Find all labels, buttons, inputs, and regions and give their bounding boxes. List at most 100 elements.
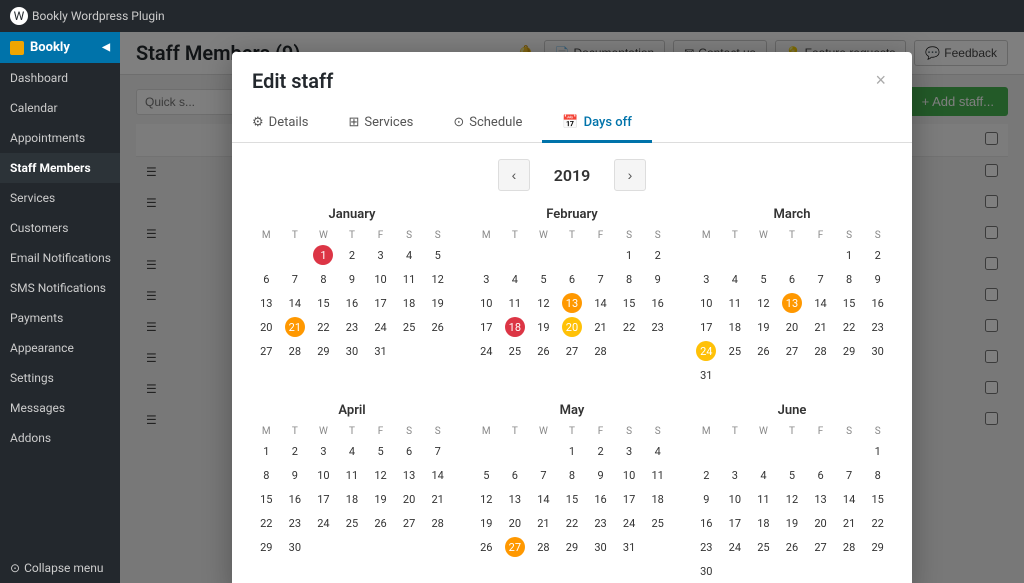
- calendar-day[interactable]: 4: [338, 439, 367, 463]
- calendar-day[interactable]: 1: [863, 439, 892, 463]
- calendar-day[interactable]: 18: [338, 487, 367, 511]
- calendar-day[interactable]: 11: [749, 487, 778, 511]
- calendar-day[interactable]: 19: [749, 315, 778, 339]
- calendar-day[interactable]: 21: [423, 487, 452, 511]
- calendar-day[interactable]: 24: [309, 511, 338, 535]
- calendar-day[interactable]: 24: [721, 535, 750, 559]
- calendar-day[interactable]: 1: [558, 439, 587, 463]
- calendar-day[interactable]: 12: [778, 487, 807, 511]
- calendar-day[interactable]: 3: [472, 267, 501, 291]
- calendar-day[interactable]: 6: [252, 267, 281, 291]
- calendar-day[interactable]: 14: [423, 463, 452, 487]
- calendar-day[interactable]: 9: [586, 463, 615, 487]
- calendar-day[interactable]: 18: [501, 315, 530, 339]
- calendar-day[interactable]: 25: [749, 535, 778, 559]
- calendar-day[interactable]: 28: [835, 535, 864, 559]
- calendar-day[interactable]: 21: [281, 315, 310, 339]
- sidebar-brand[interactable]: Bookly ◀: [0, 32, 120, 63]
- calendar-day[interactable]: 1: [252, 439, 281, 463]
- calendar-day[interactable]: 16: [643, 291, 672, 315]
- calendar-day[interactable]: 12: [472, 487, 501, 511]
- calendar-day[interactable]: 3: [692, 267, 721, 291]
- calendar-day[interactable]: 21: [806, 315, 835, 339]
- calendar-day[interactable]: 24: [615, 511, 644, 535]
- calendar-day[interactable]: 9: [281, 463, 310, 487]
- calendar-day[interactable]: 23: [281, 511, 310, 535]
- calendar-day[interactable]: 10: [721, 487, 750, 511]
- calendar-day[interactable]: 16: [338, 291, 367, 315]
- calendar-day[interactable]: 27: [501, 535, 530, 559]
- calendar-day[interactable]: 17: [721, 511, 750, 535]
- calendar-day[interactable]: 5: [366, 439, 395, 463]
- calendar-day[interactable]: 26: [366, 511, 395, 535]
- calendar-day[interactable]: 28: [423, 511, 452, 535]
- calendar-day[interactable]: 28: [529, 535, 558, 559]
- calendar-day[interactable]: 18: [395, 291, 424, 315]
- calendar-day[interactable]: 20: [252, 315, 281, 339]
- calendar-day[interactable]: 5: [423, 243, 452, 267]
- sidebar-item-email-notifications[interactable]: Email Notifications: [0, 243, 120, 273]
- sidebar-item-appointments[interactable]: Appointments: [0, 123, 120, 153]
- calendar-day[interactable]: 22: [835, 315, 864, 339]
- calendar-day[interactable]: 10: [692, 291, 721, 315]
- calendar-day[interactable]: 23: [863, 315, 892, 339]
- calendar-day[interactable]: 1: [835, 243, 864, 267]
- calendar-day[interactable]: 7: [529, 463, 558, 487]
- calendar-day[interactable]: 29: [309, 339, 338, 363]
- calendar-day[interactable]: 16: [863, 291, 892, 315]
- calendar-day[interactable]: 26: [749, 339, 778, 363]
- calendar-day[interactable]: 29: [835, 339, 864, 363]
- calendar-day[interactable]: 13: [778, 291, 807, 315]
- modal-close-button[interactable]: ×: [869, 68, 892, 93]
- calendar-day[interactable]: 9: [863, 267, 892, 291]
- calendar-day[interactable]: 9: [692, 487, 721, 511]
- sidebar-item-payments[interactable]: Payments: [0, 303, 120, 333]
- calendar-day[interactable]: 28: [586, 339, 615, 363]
- calendar-day[interactable]: 17: [309, 487, 338, 511]
- calendar-day[interactable]: 24: [472, 339, 501, 363]
- calendar-day[interactable]: 22: [558, 511, 587, 535]
- calendar-day[interactable]: 20: [806, 511, 835, 535]
- calendar-day[interactable]: 19: [778, 511, 807, 535]
- calendar-day[interactable]: 29: [558, 535, 587, 559]
- calendar-day[interactable]: 22: [309, 315, 338, 339]
- calendar-day[interactable]: 24: [692, 339, 721, 363]
- calendar-day[interactable]: 2: [643, 243, 672, 267]
- calendar-day[interactable]: 11: [338, 463, 367, 487]
- calendar-day[interactable]: 12: [423, 267, 452, 291]
- calendar-day[interactable]: 17: [692, 315, 721, 339]
- calendar-day[interactable]: 25: [395, 315, 424, 339]
- calendar-day[interactable]: 15: [558, 487, 587, 511]
- calendar-day[interactable]: 28: [806, 339, 835, 363]
- calendar-day[interactable]: 7: [281, 267, 310, 291]
- calendar-day[interactable]: 11: [501, 291, 530, 315]
- calendar-day[interactable]: 9: [643, 267, 672, 291]
- calendar-day[interactable]: 4: [395, 243, 424, 267]
- calendar-day[interactable]: 11: [395, 267, 424, 291]
- calendar-day[interactable]: 15: [252, 487, 281, 511]
- prev-year-button[interactable]: ‹: [498, 159, 530, 191]
- calendar-day[interactable]: 27: [252, 339, 281, 363]
- calendar-day[interactable]: 12: [749, 291, 778, 315]
- sidebar-item-sms-notifications[interactable]: SMS Notifications: [0, 273, 120, 303]
- calendar-day[interactable]: 15: [863, 487, 892, 511]
- sidebar-item-calendar[interactable]: Calendar: [0, 93, 120, 123]
- calendar-day[interactable]: 8: [558, 463, 587, 487]
- calendar-day[interactable]: 13: [501, 487, 530, 511]
- calendar-day[interactable]: 3: [615, 439, 644, 463]
- calendar-day[interactable]: 1: [615, 243, 644, 267]
- calendar-day[interactable]: 19: [366, 487, 395, 511]
- calendar-day[interactable]: 30: [692, 559, 721, 583]
- calendar-day[interactable]: 19: [423, 291, 452, 315]
- next-year-button[interactable]: ›: [614, 159, 646, 191]
- calendar-day[interactable]: 8: [863, 463, 892, 487]
- calendar-day[interactable]: 20: [501, 511, 530, 535]
- calendar-day[interactable]: 19: [529, 315, 558, 339]
- calendar-day[interactable]: 31: [692, 363, 721, 387]
- calendar-day[interactable]: 5: [749, 267, 778, 291]
- calendar-day[interactable]: 22: [252, 511, 281, 535]
- calendar-day[interactable]: 25: [501, 339, 530, 363]
- sidebar-collapse-menu[interactable]: ⊙ Collapse menu: [0, 553, 120, 583]
- calendar-day[interactable]: 5: [472, 463, 501, 487]
- calendar-day[interactable]: 10: [615, 463, 644, 487]
